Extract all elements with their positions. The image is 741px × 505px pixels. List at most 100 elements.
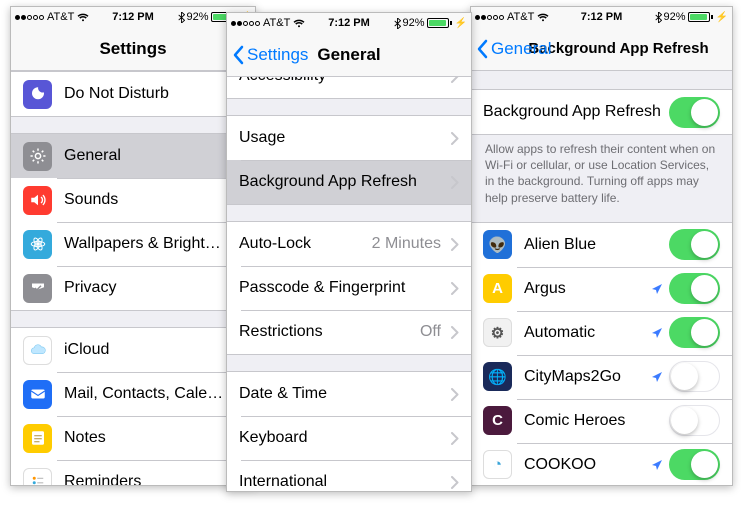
cell-label: Restrictions xyxy=(239,323,420,341)
app-label: Automatic xyxy=(524,324,651,342)
cell-label: Passcode & Fingerprint xyxy=(239,279,445,297)
cell-keyboard[interactable]: Keyboard xyxy=(227,416,471,460)
battery-icon xyxy=(688,12,713,22)
content[interactable]: Background App RefreshAllow apps to refr… xyxy=(471,71,732,485)
status-time: 7:12 PM xyxy=(581,11,623,23)
cell-accessibility[interactable]: Accessibility xyxy=(227,77,471,98)
content[interactable]: Accessibility Usage Background App Refresh… xyxy=(227,77,471,491)
status-bar: AT&T7:12 PM92%⚡ xyxy=(227,13,471,33)
cell-general[interactable]: General xyxy=(11,134,255,178)
navbar: GeneralBackground App Refresh xyxy=(471,27,732,71)
back-label: General xyxy=(491,39,551,59)
back-button[interactable]: General xyxy=(477,27,551,70)
nav-title: Settings xyxy=(99,39,166,59)
app-switch-argus[interactable] xyxy=(669,273,720,304)
nav-title: General xyxy=(317,45,380,65)
mail-icon xyxy=(23,380,52,409)
stage: AT&T7:12 PM92%⚡SettingsDo Not DisturbGen… xyxy=(0,0,741,505)
status-left: AT&T xyxy=(15,11,89,23)
cell-label: Auto-Lock xyxy=(239,235,372,253)
location-icon xyxy=(651,459,663,471)
chevron-right-icon xyxy=(451,282,459,295)
cell-detail: 2 Minutes xyxy=(372,235,441,253)
general-group: Auto-Lock2 Minutes Passcode & Fingerprint… xyxy=(227,221,471,355)
app-cell-cookoo: ◔COOKOO xyxy=(471,443,732,485)
cell-label: International xyxy=(239,473,445,491)
background-app-refresh-screen: AT&T7:12 PM92%⚡GeneralBackground App Ref… xyxy=(470,6,733,486)
icloud-icon xyxy=(23,336,52,365)
cell-label: Do Not Disturb xyxy=(64,85,229,103)
cell-label: Privacy xyxy=(64,279,229,297)
reminders-icon xyxy=(23,468,52,486)
app-switch-citymaps2go[interactable] xyxy=(669,361,720,392)
cell-label: Usage xyxy=(239,129,445,147)
cell-dnd[interactable]: Do Not Disturb xyxy=(11,72,255,116)
status-bar: AT&T7:12 PM92%⚡ xyxy=(471,7,732,27)
app-label: Argus xyxy=(524,280,651,298)
app-switch-alienblue[interactable] xyxy=(669,229,720,260)
cell-notes[interactable]: Notes xyxy=(11,416,255,460)
sounds-icon xyxy=(23,186,52,215)
location-icon xyxy=(651,283,663,295)
signal-dots-icon xyxy=(15,15,44,20)
wallpapers-icon xyxy=(23,230,52,259)
settings-screen: AT&T7:12 PM92%⚡SettingsDo Not DisturbGen… xyxy=(10,6,256,486)
cell-label: Reminders xyxy=(64,473,229,485)
app-cell-alienblue: 👽 Alien Blue xyxy=(471,223,732,267)
bluetooth-icon xyxy=(655,12,662,23)
navbar: Settings General xyxy=(227,33,471,77)
app-label: Comic Heroes xyxy=(524,412,669,430)
chevron-right-icon xyxy=(451,326,459,339)
bluetooth-icon xyxy=(394,18,401,29)
alienblue-app-icon: 👽 xyxy=(483,230,512,259)
cell-usage[interactable]: Usage xyxy=(227,116,471,160)
cell-restrictions[interactable]: RestrictionsOff xyxy=(227,310,471,354)
master-label: Background App Refresh xyxy=(483,103,669,121)
battery-icon xyxy=(427,18,452,28)
cell-mail[interactable]: Mail, Contacts, Calendars xyxy=(11,372,255,416)
general-screen: AT&T7:12 PM92%⚡Settings General Accessibil… xyxy=(226,12,472,492)
status-right: 92%⚡ xyxy=(394,17,467,29)
cell-label: Sounds xyxy=(64,191,229,209)
cell-label: iCloud xyxy=(64,341,229,359)
cell-sounds[interactable]: Sounds xyxy=(11,178,255,222)
cell-international[interactable]: International xyxy=(227,460,471,491)
cell-reminders[interactable]: Reminders xyxy=(11,460,255,485)
general-icon xyxy=(23,142,52,171)
settings-group: General Sounds Wallpapers & Brightness Priv… xyxy=(11,133,255,311)
app-switch-comicheroes[interactable] xyxy=(669,405,720,436)
content[interactable]: Do Not Disturb General Sounds Wallpapers & … xyxy=(11,71,255,485)
status-left: AT&T xyxy=(231,17,305,29)
location-icon xyxy=(651,371,663,383)
cell-privacy[interactable]: Privacy xyxy=(11,266,255,310)
cookoo-app-icon: ◔ xyxy=(483,450,512,479)
battery-pct: 92% xyxy=(664,11,686,23)
app-label: Alien Blue xyxy=(524,236,669,254)
status-right: 92%⚡ xyxy=(655,11,728,23)
argus-app-icon: A xyxy=(483,274,512,303)
settings-group: iCloud Mail, Contacts, CalendarsNotes Remi… xyxy=(11,327,255,485)
chevron-right-icon xyxy=(451,238,459,251)
chevron-right-icon xyxy=(451,432,459,445)
wifi-icon xyxy=(77,13,89,22)
cell-passcode[interactable]: Passcode & Fingerprint xyxy=(227,266,471,310)
cell-wallpapers[interactable]: Wallpapers & Brightness xyxy=(11,222,255,266)
app-switch-automatic[interactable] xyxy=(669,317,720,348)
app-switch-cookoo[interactable] xyxy=(669,449,720,480)
cell-bar[interactable]: Background App Refresh xyxy=(227,160,471,204)
cell-label: Keyboard xyxy=(239,429,445,447)
master-group: Background App Refresh xyxy=(471,89,732,135)
back-button[interactable]: Settings xyxy=(233,33,308,76)
cell-autolock[interactable]: Auto-Lock2 Minutes xyxy=(227,222,471,266)
cell-datetime[interactable]: Date & Time xyxy=(227,372,471,416)
wifi-icon xyxy=(293,19,305,28)
dnd-icon xyxy=(23,80,52,109)
chevron-right-icon xyxy=(451,132,459,145)
cell-icloud[interactable]: iCloud xyxy=(11,328,255,372)
chevron-right-icon xyxy=(451,176,459,189)
status-time: 7:12 PM xyxy=(112,11,154,23)
general-group: Usage Background App Refresh xyxy=(227,115,471,205)
master-switch[interactable] xyxy=(669,97,720,128)
cell-label: Background App Refresh xyxy=(239,173,445,191)
notes-icon xyxy=(23,424,52,453)
